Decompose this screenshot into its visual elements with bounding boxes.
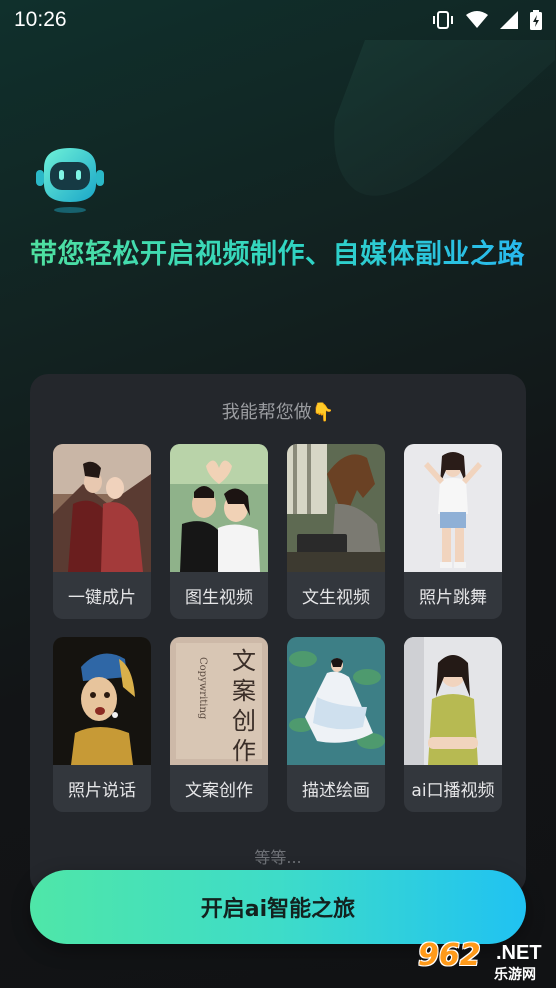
feature-label: 照片说话 xyxy=(68,781,136,801)
panel-title: 我能帮您做👇 xyxy=(30,398,526,424)
feature-label: 一键成片 xyxy=(68,588,136,608)
dancing-girl-photo xyxy=(404,444,502,572)
heart-pose-couple-photo xyxy=(170,444,268,572)
feature-label: 文案创作 xyxy=(185,781,253,801)
watermark-logo: 962 .NET 乐游网 xyxy=(414,938,552,984)
status-time: 10:26 xyxy=(14,8,67,31)
svg-text:Copywriting: Copywriting xyxy=(197,657,208,720)
svg-text:文: 文 xyxy=(232,647,256,675)
feature-card-image-to-video[interactable]: 图生视频 xyxy=(170,444,268,619)
svg-text:创: 创 xyxy=(232,707,256,735)
presenter-woman-photo xyxy=(404,637,502,765)
svg-text:案: 案 xyxy=(232,677,256,705)
costume-couple-photo xyxy=(53,444,151,572)
headline: 带您轻松开启视频制作、自媒体副业之路 xyxy=(30,234,530,276)
feature-card-text-to-video[interactable]: 文生视频 xyxy=(287,444,385,619)
svg-text:作: 作 xyxy=(232,737,256,765)
feature-label: 文生视频 xyxy=(302,588,370,608)
pointing-down-hand-icon: 👇 xyxy=(311,402,335,423)
feature-card-copywriting[interactable]: 文 案 创 作 Copywriting 文案创作 xyxy=(170,637,268,812)
feature-card-photo-talk[interactable]: 照片说话 xyxy=(53,637,151,812)
feature-label: 图生视频 xyxy=(185,588,253,608)
watermark-net: .NET xyxy=(496,942,542,964)
feature-label: 描述绘画 xyxy=(302,781,370,801)
watermark-digits: 962 xyxy=(418,938,481,973)
watermark-cn: 乐游网 xyxy=(494,967,536,983)
feature-label: 照片跳舞 xyxy=(419,588,487,608)
more-text: 等等... xyxy=(254,848,302,867)
feature-card-photo-dance[interactable]: 照片跳舞 xyxy=(404,444,502,619)
pearl-earring-painting xyxy=(53,637,151,765)
panel-title-text: 我能帮您做 xyxy=(221,402,312,423)
feature-card-describe-painting[interactable]: 描述绘画 xyxy=(287,637,385,812)
wifi-icon xyxy=(466,11,488,29)
fairy-on-lotus-pond-painting xyxy=(287,637,385,765)
signal-icon xyxy=(500,11,518,29)
feature-card-one-click-film[interactable]: 一键成片 xyxy=(53,444,151,619)
battery-charging-icon xyxy=(530,10,542,30)
background-play-icon xyxy=(334,40,555,196)
vibrate-icon xyxy=(432,10,454,30)
feature-label: ai口播视频 xyxy=(411,781,495,801)
status-icons xyxy=(432,10,542,30)
robot-icon xyxy=(36,148,104,213)
feature-card-ai-voiceover-video[interactable]: ai口播视频 xyxy=(404,637,502,812)
status-bar: 10:26 xyxy=(0,0,556,40)
feature-panel: 我能帮您做👇 一键成片 图生视频 文生视频 照片跳舞 照片说话 文 案 创 作 … xyxy=(30,374,526,894)
calligraphy-paper-photo: 文 案 创 作 Copywriting xyxy=(170,637,268,765)
start-ai-journey-button[interactable]: 开启ai智能之旅 xyxy=(30,870,526,944)
horse-at-computer-photo xyxy=(287,444,385,572)
